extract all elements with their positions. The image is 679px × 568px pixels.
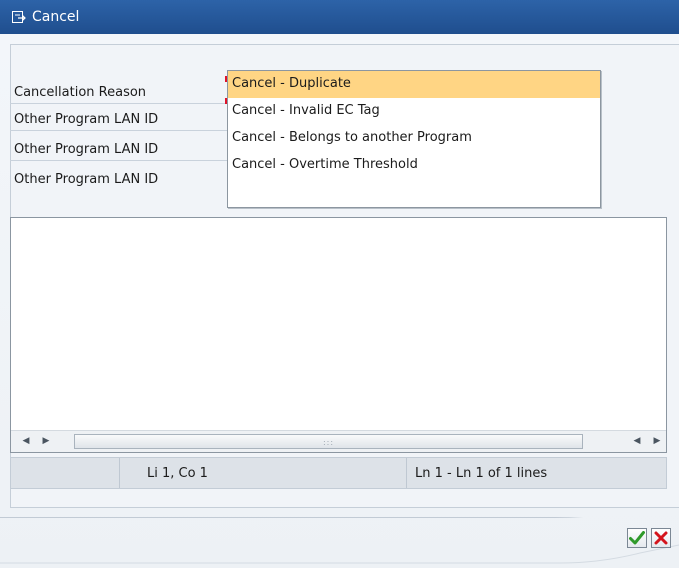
- reason-dropdown-list: Cancel - Duplicate Cancel - Invalid EC T…: [227, 70, 601, 208]
- label-underline: [10, 130, 227, 131]
- option-cancel-belongs-another-program[interactable]: Cancel - Belongs to another Program: [228, 125, 600, 152]
- label-underline: [10, 103, 227, 104]
- cursor-position: Li 1, Co 1: [119, 458, 406, 488]
- check-icon: [629, 531, 645, 545]
- scroll-left-icon[interactable]: ◀: [631, 435, 643, 447]
- label-underline: [10, 160, 227, 161]
- cancellation-reason-label: Cancellation Reason: [14, 85, 147, 100]
- scroll-right-icon[interactable]: ▶: [40, 435, 52, 447]
- scroll-left-icon[interactable]: ◀: [20, 435, 32, 447]
- footer-divider: [0, 517, 679, 564]
- other-program-lan-id-label-3: Other Program LAN ID: [14, 172, 159, 187]
- window-icon: [12, 11, 26, 23]
- window-title: Cancel: [32, 9, 80, 25]
- title-bar: Cancel: [0, 0, 679, 34]
- confirm-button[interactable]: [627, 528, 647, 548]
- editor-statusbar: Li 1, Co 1 Ln 1 - Ln 1 of 1 lines: [10, 457, 667, 489]
- comment-textarea[interactable]: ◀ ▶ ::: ◀ ▶: [10, 217, 667, 453]
- grip-icon: :::: [322, 438, 335, 447]
- line-count: Ln 1 - Ln 1 of 1 lines: [406, 458, 666, 488]
- x-icon: [654, 531, 668, 545]
- option-cancel-duplicate[interactable]: Cancel - Duplicate: [228, 71, 600, 98]
- cancel-button[interactable]: [651, 528, 671, 548]
- horizontal-scrollbar[interactable]: ◀ ▶ ::: ◀ ▶: [11, 430, 666, 452]
- other-program-lan-id-label-1: Other Program LAN ID: [14, 112, 159, 127]
- option-cancel-invalid-ec-tag[interactable]: Cancel - Invalid EC Tag: [228, 98, 600, 125]
- option-cancel-overtime-threshold[interactable]: Cancel - Overtime Threshold: [228, 152, 600, 179]
- scroll-right-icon[interactable]: ▶: [651, 435, 663, 447]
- status-cell-empty: [11, 458, 119, 488]
- other-program-lan-id-label-2: Other Program LAN ID: [14, 142, 159, 157]
- scrollbar-thumb[interactable]: :::: [74, 434, 583, 449]
